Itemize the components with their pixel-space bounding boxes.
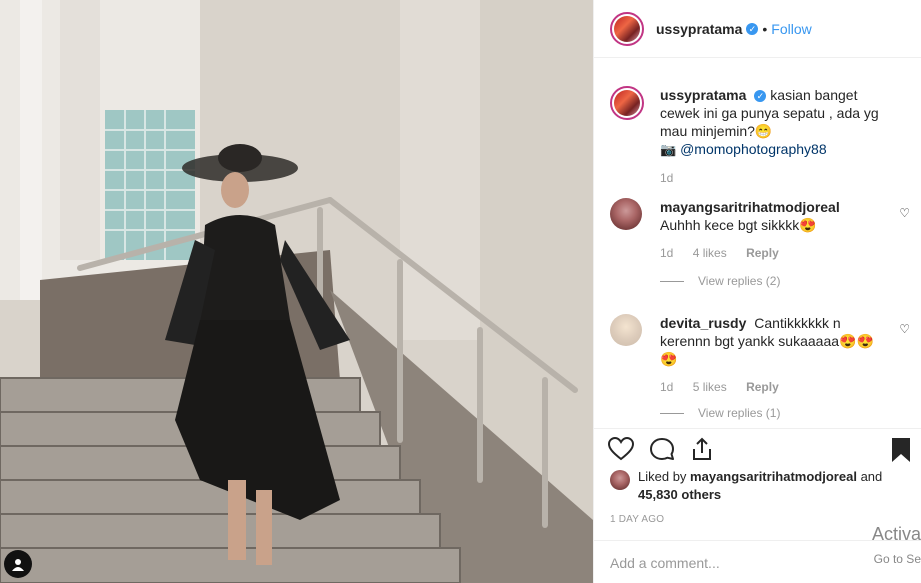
liked-by-text: Liked by mayangsaritrihatmodjoreal and 4… [638, 468, 898, 504]
heart-icon[interactable] [607, 436, 635, 466]
liked-by-prefix: Liked by [638, 469, 687, 484]
post-timestamp[interactable]: 1 DAY AGO [610, 514, 664, 525]
commenter-avatar[interactable] [610, 314, 642, 346]
verified-icon: ✓ [746, 22, 759, 35]
comment-item: mayangsaritrihatmodjoreal Auhhh kece bgt… [610, 198, 910, 260]
windows-watermark-sub: Go to Se [873, 552, 921, 566]
liker-avatar[interactable] [610, 470, 630, 490]
reply-button[interactable]: Reply [746, 246, 779, 260]
comment-meta: 1d 5 likes Reply [660, 378, 890, 396]
reply-button[interactable]: Reply [746, 380, 779, 394]
comment-text: Auhhh kece bgt sikkkk😍 [660, 217, 817, 233]
caption-author[interactable]: ussypratama [660, 87, 746, 103]
comment-body: devita_rusdy Cantikkkkkk n kerennn bgt y… [660, 314, 890, 396]
comment-age: 1d [660, 380, 674, 394]
replies-divider [660, 281, 684, 283]
comment-item: devita_rusdy Cantikkkkkk n kerennn bgt y… [610, 314, 910, 394]
comment-input[interactable]: Add a comment... [594, 540, 921, 583]
liked-by-and: and [860, 469, 883, 484]
caption-age: 1d [660, 171, 674, 185]
comment-icon[interactable] [649, 437, 675, 466]
camera-icon: 📷 [660, 142, 677, 157]
comment-author[interactable]: devita_rusdy [660, 315, 746, 331]
comment-body: mayangsaritrihatmodjoreal Auhhh kece bgt… [660, 198, 890, 262]
caption-avatar[interactable] [610, 86, 644, 120]
post-header: ussypratama ✓ • Follow [594, 0, 921, 58]
action-bar [594, 428, 921, 468]
liked-by-user[interactable]: mayangsaritrihatmodjoreal [690, 469, 857, 484]
likes-count-link[interactable]: 45,830 others [638, 487, 721, 502]
separator-dot: • [762, 20, 768, 37]
profile-tag-icon[interactable] [4, 550, 32, 578]
comment-meta: 1d 4 likes Reply [660, 244, 890, 262]
photo-illustration [0, 0, 593, 583]
caption: ussypratama ✓ kasian banget cewek ini ga … [610, 86, 910, 196]
comment-likes[interactable]: 5 likes [693, 380, 727, 394]
post-photo[interactable] [0, 0, 593, 583]
post-sidebar: ussypratama ✓ • Follow ussypratama ✓ kasi… [593, 0, 921, 583]
caption-meta: 1d [660, 169, 890, 187]
view-replies-label: View replies (1) [698, 406, 781, 420]
view-replies-label: View replies (2) [698, 274, 781, 288]
comment-author[interactable]: mayangsaritrihatmodjoreal [660, 199, 840, 215]
author-username[interactable]: ussypratama [656, 21, 742, 37]
author-avatar[interactable] [610, 11, 644, 46]
comment-likes[interactable]: 4 likes [693, 246, 727, 260]
share-icon[interactable] [690, 437, 714, 466]
bookmark-icon[interactable] [891, 437, 911, 468]
follow-button[interactable]: Follow [771, 21, 811, 37]
windows-watermark: Activa [871, 524, 921, 544]
small-heart-icon[interactable]: ♡ [899, 322, 910, 336]
credit-link[interactable]: @momophotography88 [680, 141, 827, 157]
view-replies-button[interactable]: View replies (1) [660, 406, 780, 420]
commenter-avatar[interactable] [610, 198, 642, 230]
verified-icon: ✓ [754, 90, 767, 103]
replies-divider [660, 413, 684, 415]
comment-age: 1d [660, 246, 674, 260]
caption-body: ussypratama ✓ kasian banget cewek ini ga … [660, 86, 890, 187]
small-heart-icon[interactable]: ♡ [899, 206, 910, 220]
comments-list[interactable]: ussypratama ✓ kasian banget cewek ini ga … [594, 58, 921, 428]
view-replies-button[interactable]: View replies (2) [660, 274, 780, 288]
